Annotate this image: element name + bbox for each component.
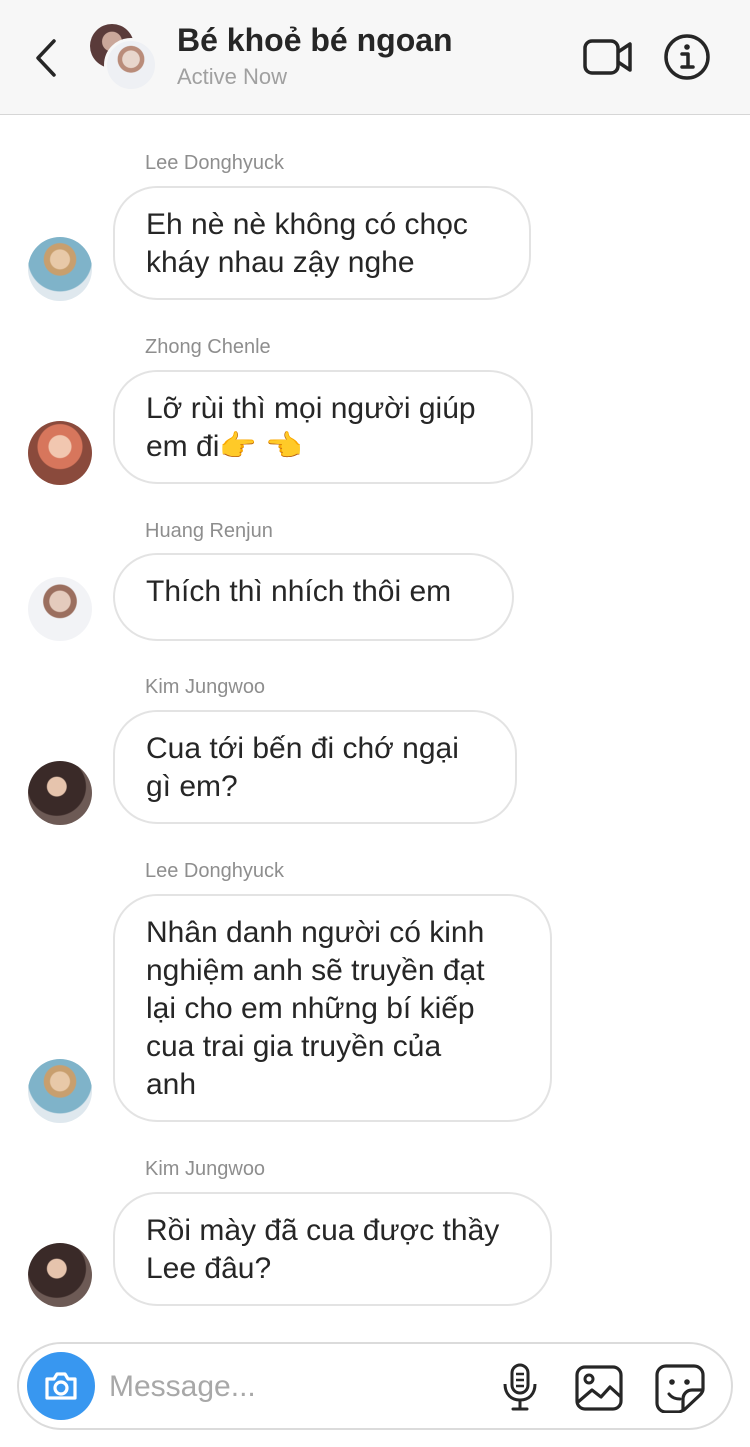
sticker-button[interactable]: [654, 1363, 706, 1414]
group-avatar[interactable]: [90, 24, 162, 92]
sender-name: Kim Jungwoo: [145, 676, 266, 698]
back-button[interactable]: [28, 36, 64, 80]
sticker-icon: [655, 1364, 705, 1414]
avatar[interactable]: [28, 421, 92, 485]
message-bubble[interactable]: Thích thì nhích thôi em: [113, 553, 514, 641]
active-status: Active Now: [177, 64, 288, 89]
avatar[interactable]: [28, 577, 92, 641]
video-camera-icon: [583, 39, 632, 75]
sender-name: Lee Donghyuck: [145, 152, 284, 174]
chevron-left-icon: [36, 39, 56, 77]
sender-name: Lee Donghyuck: [145, 860, 284, 882]
video-call-button[interactable]: [582, 36, 634, 78]
image-icon: [575, 1365, 623, 1411]
avatar[interactable]: [28, 761, 92, 825]
microphone-icon: [503, 1363, 537, 1411]
avatar[interactable]: [28, 1243, 92, 1307]
info-button[interactable]: [663, 33, 711, 81]
message-input[interactable]: [109, 1362, 489, 1412]
chat-title[interactable]: Bé khoẻ bé ngoan: [177, 22, 453, 59]
sender-name: Huang Renjun: [145, 520, 273, 542]
message-bubble[interactable]: Cua tới bến đi chớ ngại gì em?: [113, 710, 517, 824]
message-bubble[interactable]: Nhân danh người có kinh nghiệm anh sẽ tr…: [113, 894, 552, 1122]
avatar[interactable]: [28, 1059, 92, 1123]
sender-name: Kim Jungwoo: [145, 1158, 266, 1180]
chat-header: Bé khoẻ bé ngoan Active Now: [0, 0, 750, 115]
microphone-button[interactable]: [497, 1362, 543, 1412]
camera-icon: [45, 1372, 77, 1400]
camera-button[interactable]: [27, 1352, 95, 1420]
info-circle-icon: [664, 34, 710, 80]
message-thread[interactable]: Lee Donghyuck Eh nè nè không có chọc khá…: [0, 115, 750, 1340]
sender-name: Zhong Chenle: [145, 336, 271, 358]
message-bubble[interactable]: Lỡ rùi thì mọi người giúp em đi👉 👈: [113, 370, 533, 484]
message-composer: [17, 1342, 733, 1430]
gallery-button[interactable]: [574, 1364, 624, 1412]
message-bubble[interactable]: Rồi mày đã cua được thầy Lee đâu?: [113, 1192, 552, 1306]
message-bubble[interactable]: Eh nè nè không có chọc kháy nhau zậy ngh…: [113, 186, 531, 300]
avatar[interactable]: [28, 237, 92, 301]
group-avatar-front: [104, 38, 158, 92]
